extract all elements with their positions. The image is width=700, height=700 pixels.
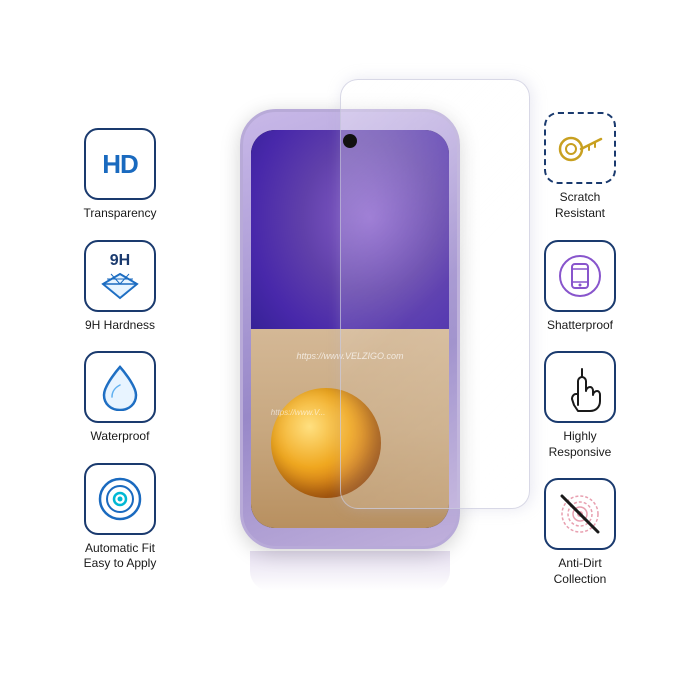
shatterproof-label: Shatterproof	[547, 318, 613, 334]
feature-anti-dirt: Anti-Dirt Collection	[544, 478, 616, 587]
9h-label: 9H Hardness	[85, 318, 155, 334]
diamond-icon	[101, 272, 139, 300]
hd-icon: HD	[102, 151, 138, 177]
feature-hd-transparency: HD Transparency	[84, 128, 157, 222]
main-container: HD Transparency 9H 9H H	[0, 0, 700, 700]
scratch-label: Scratch Resistant	[555, 190, 605, 221]
finger-touch-icon	[556, 361, 604, 413]
phone-wrapper: https://www.VELZIGO.com https://www.V...	[240, 109, 460, 549]
anti-dirt-label: Anti-Dirt Collection	[554, 556, 607, 587]
feature-auto-fit: Automatic Fit Easy to Apply	[84, 463, 157, 572]
shatterproof-icon-box	[544, 240, 616, 312]
auto-fit-icon-box	[84, 463, 156, 535]
phone-reflection	[250, 551, 450, 591]
feature-highly-responsive: Highly Responsive	[544, 351, 616, 460]
hd-icon-box: HD	[84, 128, 156, 200]
anti-dirt-icon-box	[544, 478, 616, 550]
screen-watermark2: https://www.V...	[271, 408, 326, 417]
feature-waterproof: Waterproof	[84, 351, 156, 445]
circle-target-icon	[94, 473, 146, 525]
scratch-icon-box	[544, 112, 616, 184]
phone-notch	[343, 134, 357, 148]
hd-label: Transparency	[84, 206, 157, 222]
9h-text: 9H	[110, 252, 130, 270]
waterproof-icon-box	[84, 351, 156, 423]
responsive-icon-box	[544, 351, 616, 423]
left-features: HD Transparency 9H 9H H	[60, 128, 180, 572]
phone-circle-icon	[554, 250, 606, 302]
auto-fit-label: Automatic Fit Easy to Apply	[84, 541, 157, 572]
key-icon	[557, 129, 603, 167]
9h-icon-box: 9H	[84, 240, 156, 312]
feature-9h-hardness: 9H 9H Hardness	[84, 240, 156, 334]
screen-protector-overlay	[340, 79, 530, 509]
right-features: Scratch Resistant Shatterproof	[520, 112, 640, 587]
water-drop-icon	[100, 363, 140, 411]
feature-scratch-resistant: Scratch Resistant	[544, 112, 616, 221]
9h-diamond-group: 9H	[101, 252, 139, 300]
waterproof-label: Waterproof	[91, 429, 150, 445]
fingerprint-slash-icon	[554, 488, 606, 540]
responsive-label: Highly Responsive	[549, 429, 612, 460]
feature-shatterproof: Shatterproof	[544, 240, 616, 334]
center-phone-area: https://www.VELZIGO.com https://www.V...	[190, 109, 510, 591]
